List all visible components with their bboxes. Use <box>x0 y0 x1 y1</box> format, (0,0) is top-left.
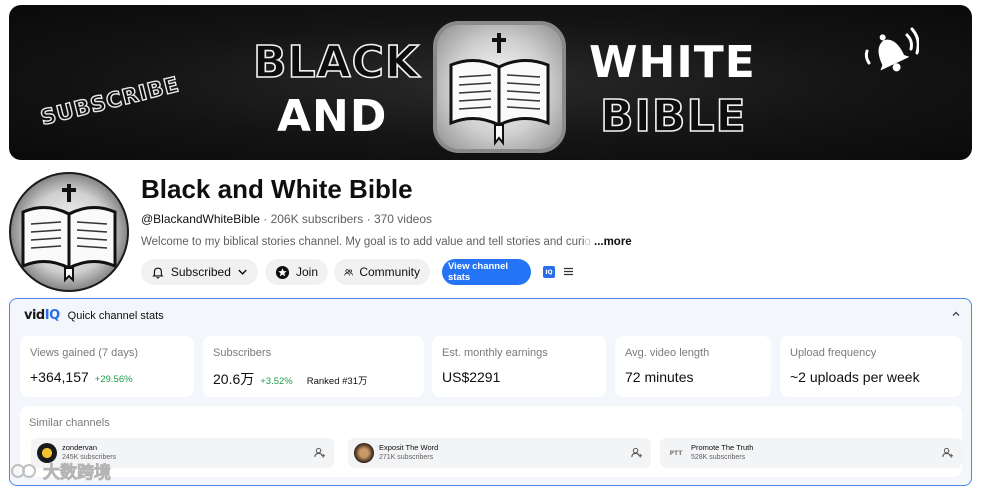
vidiq-logo-vid: vid <box>24 308 45 323</box>
bell-icon <box>864 27 919 72</box>
channel-banner: SUBSCRIBE BLACK AND WHITE BIBLE <box>9 5 972 160</box>
similar-channel-item[interactable]: PTT Promote The Truth 528K subscribers <box>660 438 962 468</box>
subscribers-delta: +3.52% <box>260 376 293 387</box>
banner-bible-logo <box>433 21 566 153</box>
subscribed-label: Subscribed <box>170 265 231 279</box>
similar-channel-avatar: PTT <box>666 443 686 463</box>
community-button[interactable]: Community <box>334 259 430 285</box>
upload-frequency-value: ~2 uploads per week <box>790 369 920 385</box>
bell-outline-icon <box>152 267 164 278</box>
banner-word-white: WHITE <box>589 37 756 88</box>
vidiq-logo: vidIQ <box>24 308 60 323</box>
subscribers-value: 20.6万 <box>213 371 255 387</box>
watermark-logo-icon <box>11 463 36 478</box>
chevron-down-icon <box>238 269 247 275</box>
channel-stats-text: · 206K subscribers · 370 videos <box>259 212 432 226</box>
subscribed-button[interactable]: Subscribed <box>141 259 258 285</box>
stat-label: Est. monthly earnings <box>442 347 548 359</box>
more-link[interactable]: ...more <box>594 236 632 248</box>
stat-card-subscribers: Subscribers 20.6万 +3.52% Ranked #31万 <box>203 336 424 397</box>
vidiq-logo-iq: IQ <box>44 308 60 323</box>
stat-card-earnings: Est. monthly earnings US$2291 <box>432 336 606 397</box>
banner-word-black: BLACK <box>252 36 421 89</box>
join-button[interactable]: Join <box>265 259 328 285</box>
people-icon <box>344 268 353 276</box>
stat-label: Avg. video length <box>625 347 710 359</box>
stat-card-upload-frequency: Upload frequency ~2 uploads per week <box>780 336 962 397</box>
add-person-icon[interactable] <box>941 446 954 459</box>
hamburger-menu-icon[interactable] <box>564 267 573 276</box>
vidiq-stats-panel: vidIQ Quick channel stats Views gained (… <box>9 298 972 486</box>
similar-channel-name: Exposit The Word <box>379 443 439 452</box>
join-label: Join <box>295 265 318 279</box>
stat-card-video-length: Avg. video length 72 minutes <box>615 336 771 397</box>
channel-handle[interactable]: @BlackandWhiteBible <box>141 212 260 226</box>
stat-label: Views gained (7 days) <box>30 347 139 359</box>
banner-word-and: AND <box>277 91 388 142</box>
vidiq-panel-header: vidIQ Quick channel stats <box>24 308 164 323</box>
similar-channel-name: Promote The Truth <box>691 443 754 452</box>
channel-meta: @BlackandWhiteBible · 206K subscribers ·… <box>141 212 432 226</box>
similar-channels-title: Similar channels <box>29 417 110 429</box>
stat-label: Upload frequency <box>790 347 877 359</box>
similar-channel-subs: 271K subscribers <box>379 454 434 461</box>
stat-value: +364,157 +29.56% <box>30 369 133 385</box>
similar-channel-subs: 528K subscribers <box>691 454 746 461</box>
similar-channel-name: zondervan <box>62 443 98 452</box>
subscribers-rank: Ranked #31万 <box>306 376 368 387</box>
description-text: Welcome to my biblical stories channel. … <box>141 236 585 248</box>
vidiq-badge-icon[interactable]: IQ <box>543 266 555 278</box>
similar-channel-item[interactable]: Exposit The Word 271K subscribers <box>348 438 651 468</box>
add-person-icon[interactable] <box>630 446 643 459</box>
banner-subscribe-text: SUBSCRIBE <box>38 71 183 130</box>
channel-avatar[interactable] <box>9 172 129 292</box>
community-label: Community <box>359 265 420 279</box>
add-person-icon[interactable] <box>313 446 326 459</box>
stat-label: Subscribers <box>213 347 272 359</box>
similar-channel-avatar <box>354 443 374 463</box>
watermark: 大数跨境 <box>9 458 111 483</box>
stat-card-views: Views gained (7 days) +364,157 +29.56% <box>20 336 194 397</box>
description-fade-text: o <box>584 236 591 248</box>
star-badge-icon <box>275 265 290 279</box>
stat-value: 20.6万 +3.52% Ranked #31万 <box>213 369 367 389</box>
view-channel-stats-button[interactable]: View channel stats <box>442 259 531 285</box>
channel-title: Black and White Bible <box>141 174 413 204</box>
video-length-value: 72 minutes <box>625 369 694 385</box>
earnings-value: US$2291 <box>442 369 501 385</box>
banner-word-bible: BIBLE <box>599 90 747 143</box>
views-delta: +29.56% <box>94 374 133 385</box>
view-stats-label: View channel stats <box>448 261 509 283</box>
panel-title: Quick channel stats <box>67 309 164 322</box>
chevron-up-icon[interactable] <box>951 309 961 319</box>
similar-channels-section: Similar channels zondervan 245K subscrib… <box>20 406 962 477</box>
watermark-text: 大数跨境 <box>43 463 112 484</box>
views-value: +364,157 <box>30 369 89 385</box>
channel-description[interactable]: Welcome to my biblical stories channel. … <box>141 236 632 248</box>
